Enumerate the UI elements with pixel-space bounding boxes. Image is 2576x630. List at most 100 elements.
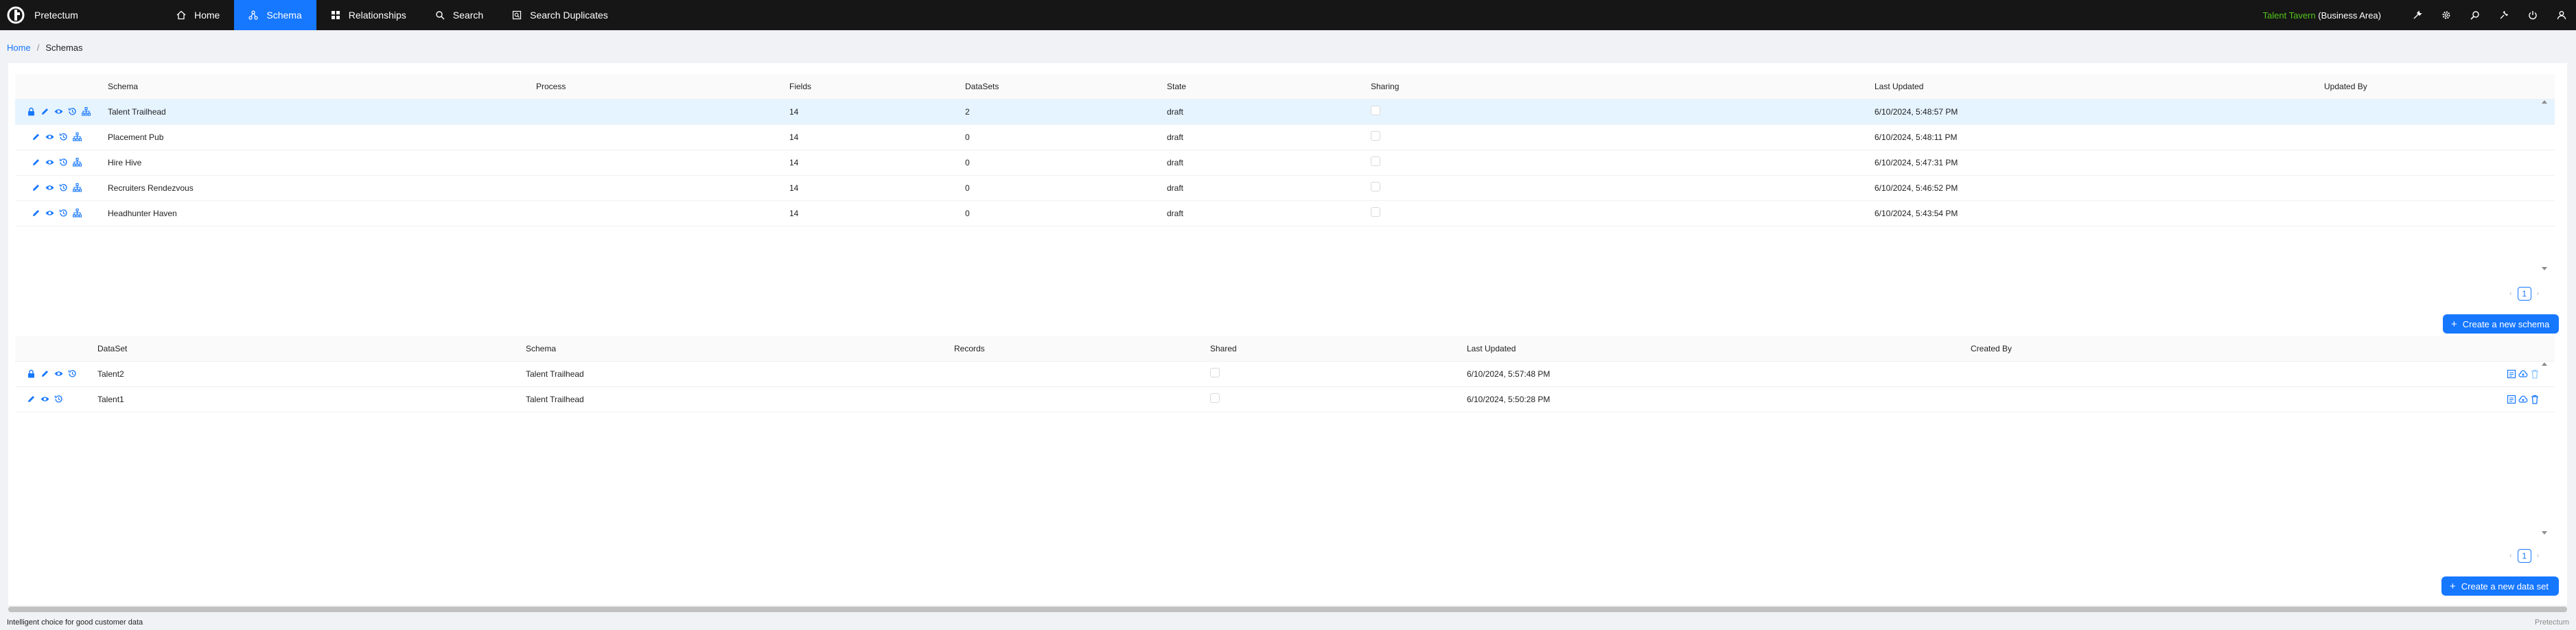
create-dataset-label: Create a new data set [2461, 581, 2549, 592]
page-number[interactable]: 1 [2517, 287, 2531, 301]
export-icon[interactable] [2507, 369, 2516, 379]
scroll-down-arrow-icon[interactable] [2541, 266, 2548, 272]
wrench-icon[interactable] [2413, 10, 2422, 20]
hierarchy-icon[interactable] [73, 209, 82, 218]
col-dataset[interactable]: DataSet [97, 336, 526, 362]
view-icon[interactable] [54, 107, 63, 116]
cell-datasets: 0 [965, 150, 1167, 176]
col-created-by[interactable]: Created By [1971, 336, 2369, 362]
view-icon[interactable] [40, 395, 49, 404]
user-icon[interactable] [2557, 10, 2566, 20]
nav-search[interactable]: Search [421, 0, 498, 30]
table-row[interactable]: Placement Pub 14 0 draft 6/10/2024, 5:48… [15, 124, 2555, 150]
col-sharing[interactable]: Sharing [1371, 74, 1875, 100]
prev-page-icon[interactable]: ‹ [2509, 552, 2512, 560]
scroll-up-arrow-icon[interactable] [2541, 99, 2548, 104]
table-row[interactable]: Talent1 Talent Trailhead 6/10/2024, 5:50… [15, 386, 2555, 412]
datasets-table: DataSet Schema Records Shared Last Updat… [15, 336, 2555, 412]
cell-records [954, 361, 1210, 387]
sharing-checkbox[interactable] [1371, 106, 1380, 115]
hierarchy-icon[interactable] [73, 158, 82, 167]
delete-icon[interactable] [2530, 395, 2540, 404]
hierarchy-icon[interactable] [73, 132, 82, 141]
gear-icon[interactable] [2441, 10, 2451, 20]
col-records[interactable]: Records [954, 336, 1210, 362]
zoom-search-icon[interactable] [2470, 10, 2480, 20]
table-row[interactable]: Hire Hive 14 0 draft 6/10/2024, 5:47:31 … [15, 150, 2555, 176]
breadcrumb-home[interactable]: Home [7, 43, 31, 53]
cell-dataset: Talent1 [97, 386, 526, 412]
view-icon[interactable] [45, 209, 54, 218]
nav-schema[interactable]: Schema [234, 0, 316, 30]
view-icon[interactable] [45, 132, 54, 141]
table-row[interactable]: Talent2 Talent Trailhead 6/10/2024, 5:57… [15, 361, 2555, 387]
col-shared[interactable]: Shared [1210, 336, 1467, 362]
nav-search-duplicates[interactable]: Search Duplicates [498, 0, 623, 30]
cloud-upload-icon[interactable] [2518, 395, 2528, 404]
relationships-icon [331, 11, 340, 19]
col-last-updated[interactable]: Last Updated [1467, 336, 1971, 362]
page-number[interactable]: 1 [2517, 549, 2531, 563]
history-icon[interactable] [54, 395, 63, 404]
power-icon[interactable] [2528, 10, 2538, 20]
nav-search-duplicates-label: Search Duplicates [530, 10, 608, 21]
col-state[interactable]: State [1167, 74, 1371, 100]
col-schema[interactable]: Schema [526, 336, 954, 362]
tenant-selector[interactable]: Talent Tavern (Business Area) [2263, 10, 2381, 21]
brand[interactable]: Pretectum [0, 0, 162, 30]
sharing-checkbox[interactable] [1371, 207, 1380, 217]
table-row[interactable]: Recruiters Rendezvous 14 0 draft 6/10/20… [15, 175, 2555, 201]
create-dataset-button[interactable]: + Create a new data set [2441, 576, 2559, 596]
cell-last-updated: 6/10/2024, 5:43:54 PM [1875, 200, 2324, 226]
cell-state: draft [1167, 124, 1371, 150]
edit-icon[interactable] [40, 369, 49, 378]
view-icon[interactable] [45, 158, 54, 167]
next-page-icon[interactable]: › [2537, 552, 2540, 560]
edit-icon[interactable] [32, 183, 40, 192]
history-icon[interactable] [68, 107, 77, 116]
scroll-up-arrow-icon[interactable] [2541, 361, 2548, 366]
col-fields[interactable]: Fields [789, 74, 965, 100]
hierarchy-icon[interactable] [82, 107, 91, 116]
tools-icon[interactable] [2499, 10, 2509, 20]
col-updated-by[interactable]: Updated By [2324, 74, 2555, 100]
hierarchy-icon[interactable] [73, 183, 82, 192]
view-icon[interactable] [54, 369, 63, 378]
edit-icon[interactable] [32, 209, 40, 218]
col-last-updated[interactable]: Last Updated [1875, 74, 2324, 100]
history-icon[interactable] [59, 183, 68, 192]
shared-checkbox[interactable] [1210, 368, 1220, 377]
shared-checkbox[interactable] [1210, 393, 1220, 403]
table-row[interactable]: Headhunter Haven 14 0 draft 6/10/2024, 5… [15, 200, 2555, 226]
next-page-icon[interactable]: › [2537, 290, 2540, 298]
col-process[interactable]: Process [536, 74, 789, 100]
nav-relationships[interactable]: Relationships [316, 0, 421, 30]
history-icon[interactable] [59, 158, 68, 167]
edit-icon[interactable] [32, 158, 40, 167]
sharing-checkbox[interactable] [1371, 182, 1380, 191]
cell-state: draft [1167, 200, 1371, 226]
scroll-down-arrow-icon[interactable] [2541, 530, 2548, 536]
history-icon[interactable] [59, 132, 68, 141]
export-icon[interactable] [2507, 395, 2516, 404]
main-panel: Schema Process Fields DataSets State Sha… [8, 63, 2567, 605]
cloud-upload-icon[interactable] [2518, 369, 2528, 379]
prev-page-icon[interactable]: ‹ [2509, 290, 2512, 298]
edit-icon[interactable] [27, 395, 36, 404]
sharing-checkbox[interactable] [1371, 131, 1380, 141]
edit-icon[interactable] [40, 107, 49, 116]
col-datasets[interactable]: DataSets [965, 74, 1167, 100]
view-icon[interactable] [45, 183, 54, 192]
sharing-checkbox[interactable] [1371, 156, 1380, 166]
horizontal-scrollbar[interactable] [8, 607, 2567, 612]
edit-icon[interactable] [32, 132, 40, 141]
nav-home[interactable]: Home [162, 0, 234, 30]
table-row[interactable]: Talent Trailhead 14 2 draft 6/10/2024, 5… [15, 99, 2555, 125]
history-icon[interactable] [59, 209, 68, 218]
history-icon[interactable] [68, 369, 77, 378]
delete-icon[interactable] [2530, 369, 2540, 379]
col-schema[interactable]: Schema [108, 74, 536, 100]
cell-last-updated: 6/10/2024, 5:50:28 PM [1467, 386, 1971, 412]
cell-fields: 14 [789, 99, 965, 125]
create-schema-button[interactable]: + Create a new schema [2443, 314, 2559, 334]
